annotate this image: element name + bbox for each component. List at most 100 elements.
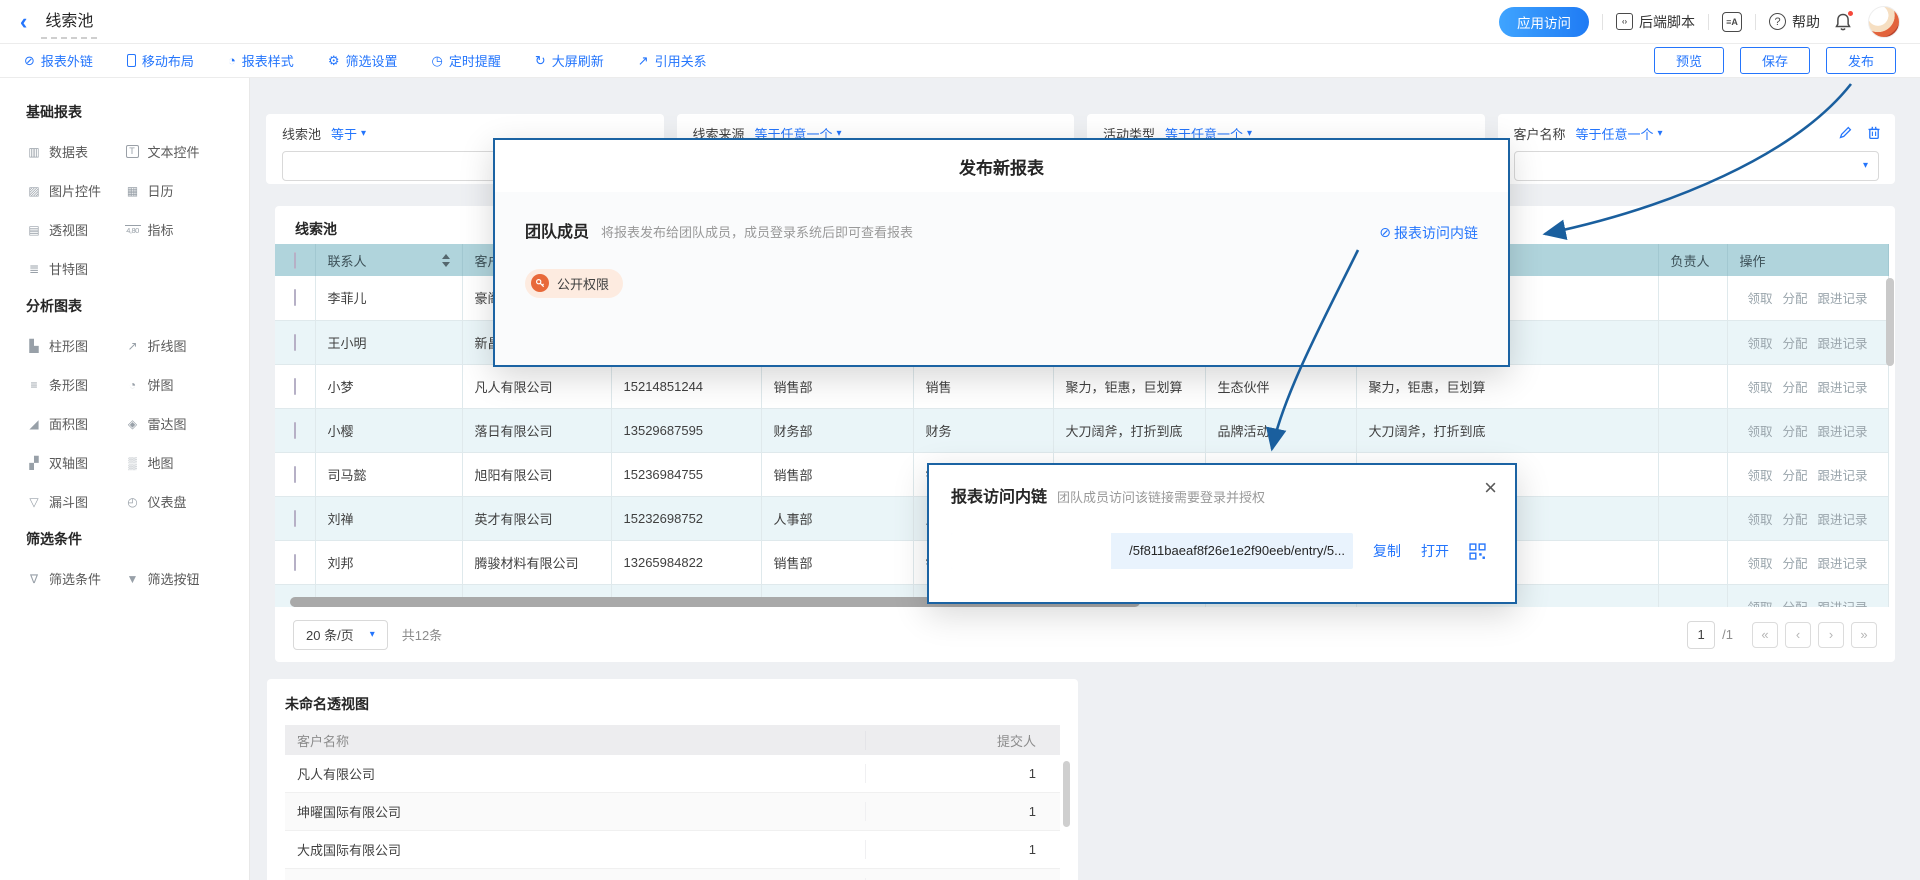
sidebar-item-text-widget[interactable]: T文本控件 [125,142,224,161]
current-page-box[interactable]: 1 [1687,621,1715,649]
vertical-scrollbar[interactable] [1886,278,1894,366]
filter-card-customer-name[interactable]: 客户名称 等于任意一个▾ ▾ [1498,114,1896,184]
sidebar-item-metric[interactable]: 4,80指标 [125,220,224,239]
followup-link[interactable]: 跟进记录 [1818,601,1868,608]
back-icon[interactable]: ‹ [20,11,27,33]
filter-operator[interactable]: 等于▾ [331,124,366,143]
report-internal-link[interactable]: ⊘报表访问内链 [1379,223,1478,243]
pivot-scrollbar[interactable] [1063,761,1070,827]
topbar: ‹ 线索池 应用访问 ‹› 后端脚本 ≡A ? 帮助 [0,0,1920,44]
first-page-button[interactable]: « [1752,622,1778,648]
close-icon[interactable]: × [1484,475,1497,501]
item-label: 折线图 [148,336,187,355]
sidebar-item-bar-chart[interactable]: ≡条形图 [26,375,125,394]
toolbar-item-screen-refresh[interactable]: ↻ 大屏刷新 [535,51,604,70]
sidebar-item-filter-button[interactable]: ▼筛选按钮 [125,569,224,588]
row-checkbox[interactable] [294,334,296,351]
backend-script-button[interactable]: ‹› 后端脚本 [1616,12,1695,32]
sidebar-item-map[interactable]: ▒地图 [125,453,224,472]
sidebar-item-radar-chart[interactable]: ◈雷达图 [125,414,224,433]
toolbar-item-reference-relation[interactable]: ↗ 引用关系 [638,51,707,70]
pivot-row: 坤曜国际有限公司1 [285,793,1060,831]
assign-link[interactable]: 分配 [1782,469,1807,483]
report-url-field[interactable]: /5f811baeaf8f26e1e2f90eeb/entry/5... [951,533,1353,569]
edit-pencil-icon[interactable] [1838,125,1853,140]
select-all-checkbox[interactable] [294,252,296,269]
sidebar-item-data-table[interactable]: ▥数据表 [26,142,125,161]
claim-link[interactable]: 领取 [1747,337,1772,351]
toolbar-item-filter-settings[interactable]: ⚙ 筛选设置 [328,51,398,70]
assign-link[interactable]: 分配 [1782,513,1807,527]
followup-link[interactable]: 跟进记录 [1818,292,1868,306]
followup-link[interactable]: 跟进记录 [1818,425,1868,439]
sidebar-item-line-chart[interactable]: ↗折线图 [125,336,224,355]
pivot-col-header: 客户名称 [285,731,866,750]
toolbar-item-timed-reminder[interactable]: ◷ 定时提醒 [431,51,500,70]
row-checkbox[interactable] [294,466,296,483]
sidebar-item-gauge[interactable]: ◴仪表盘 [125,492,224,511]
prev-page-button[interactable]: ‹ [1785,622,1811,648]
toolbar-item-external-link[interactable]: ⊘ 报表外链 [24,51,93,70]
help-button[interactable]: ? 帮助 [1769,12,1820,32]
followup-link[interactable]: 跟进记录 [1818,381,1868,395]
sidebar-item-gantt[interactable]: ≣甘特图 [26,259,125,278]
assign-link[interactable]: 分配 [1782,601,1807,608]
followup-link[interactable]: 跟进记录 [1818,469,1868,483]
row-checkbox[interactable] [294,554,296,571]
toolbar-item-mobile-layout[interactable]: 移动布局 [127,51,194,70]
followup-link[interactable]: 跟进记录 [1818,557,1868,571]
filter-operator[interactable]: 等于任意一个▾ [1576,124,1663,143]
claim-link[interactable]: 领取 [1747,469,1772,483]
preview-button[interactable]: 预览 [1654,47,1724,74]
sidebar-item-column-chart[interactable]: ▙柱形图 [26,336,125,355]
public-permission-tag[interactable]: 公开权限 [525,269,623,298]
translate-icon[interactable]: ≡A [1722,12,1742,32]
sidebar-item-dual-axis-chart[interactable]: ▞双轴图 [26,453,125,472]
copy-button[interactable]: 复制 [1373,541,1401,561]
assign-link[interactable]: 分配 [1782,381,1807,395]
topbar-right: 应用访问 ‹› 后端脚本 ≡A ? 帮助 [1499,6,1900,38]
assign-link[interactable]: 分配 [1782,557,1807,571]
filter-select[interactable]: ▾ [1514,151,1880,181]
notification-bell-icon[interactable] [1833,10,1855,34]
open-button[interactable]: 打开 [1421,541,1449,561]
followup-link[interactable]: 跟进记录 [1818,337,1868,351]
row-checkbox[interactable] [294,378,296,395]
app-access-button[interactable]: 应用访问 [1499,7,1589,37]
notification-dot [1847,10,1854,17]
section-title-basic: 基础报表 [26,102,223,122]
claim-link[interactable]: 领取 [1747,292,1772,306]
sidebar-item-calendar[interactable]: ▦日历 [125,181,224,200]
trash-icon[interactable] [1867,125,1881,140]
sidebar-item-pivot[interactable]: ▤透视图 [26,220,125,239]
row-checkbox[interactable] [294,289,296,306]
key-icon [531,274,549,292]
row-checkbox[interactable] [294,510,296,527]
last-page-button[interactable]: » [1851,622,1877,648]
sort-icon[interactable] [442,254,450,267]
page-size-select[interactable]: 20 条/页▾ [293,620,388,650]
claim-link[interactable]: 领取 [1747,381,1772,395]
sidebar-item-funnel-chart[interactable]: ▽漏斗图 [26,492,125,511]
sidebar-item-area-chart[interactable]: ◢面积图 [26,414,125,433]
sidebar-item-pie-chart[interactable]: ◔饼图 [125,375,224,394]
publish-button[interactable]: 发布 [1826,47,1896,74]
toolbar-item-label: 移动布局 [142,51,194,70]
claim-link[interactable]: 领取 [1747,557,1772,571]
claim-link[interactable]: 领取 [1747,425,1772,439]
sidebar-item-image-widget[interactable]: ▨图片控件 [26,181,125,200]
sidebar-item-filter-condition[interactable]: ∇筛选条件 [26,569,125,588]
assign-link[interactable]: 分配 [1782,292,1807,306]
assign-link[interactable]: 分配 [1782,337,1807,351]
qr-code-icon[interactable] [1469,543,1486,560]
assign-link[interactable]: 分配 [1782,425,1807,439]
claim-link[interactable]: 领取 [1747,513,1772,527]
pie-icon: ◔ [228,54,236,67]
followup-link[interactable]: 跟进记录 [1818,513,1868,527]
save-button[interactable]: 保存 [1740,47,1810,74]
next-page-button[interactable]: › [1818,622,1844,648]
claim-link[interactable]: 领取 [1747,601,1772,608]
avatar[interactable] [1868,6,1900,38]
toolbar-item-report-style[interactable]: ◔ 报表样式 [228,51,294,70]
row-checkbox[interactable] [294,422,296,439]
